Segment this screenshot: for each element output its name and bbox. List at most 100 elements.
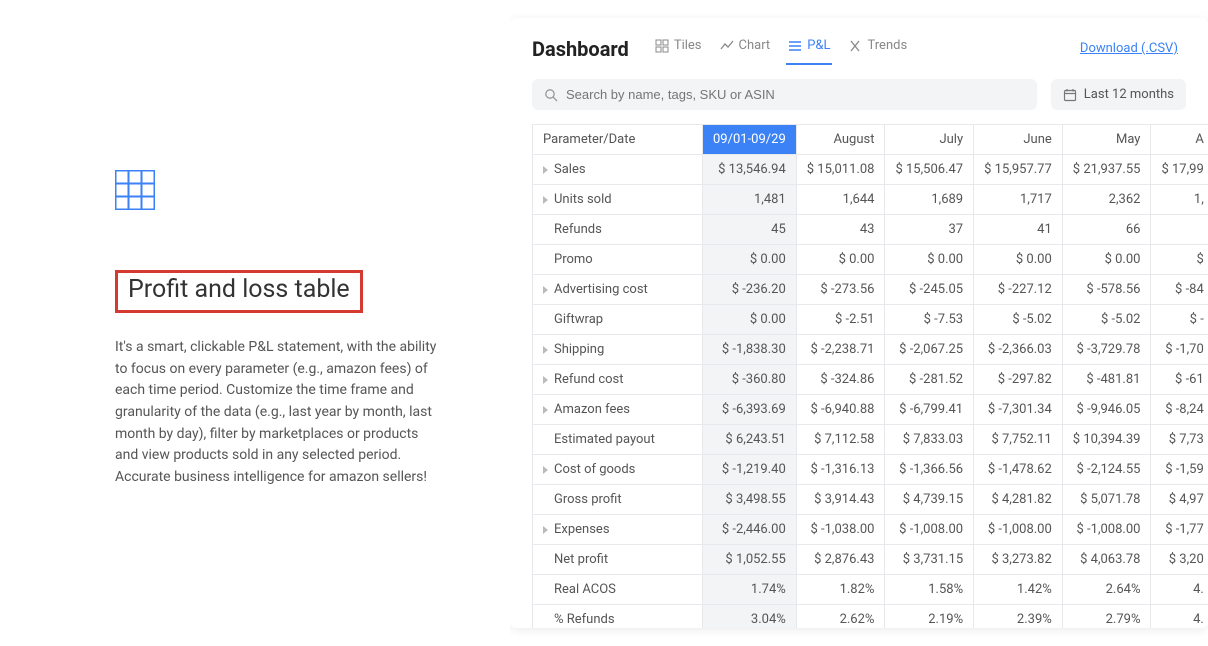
data-cell: $ -61	[1151, 365, 1208, 395]
tab-trends[interactable]: Trends	[846, 32, 909, 65]
col-header[interactable]: June	[974, 125, 1063, 155]
tab-pnl[interactable]: P&L	[786, 32, 832, 65]
expand-caret-icon[interactable]	[543, 346, 548, 354]
row-label-cell: Gross profit	[533, 485, 703, 515]
data-cell: $ -8,24	[1151, 395, 1208, 425]
row-label-cell[interactable]: Units sold	[533, 185, 703, 215]
data-cell: $ 10,394.39	[1062, 425, 1151, 455]
data-cell: $ -2,238.71	[796, 335, 885, 365]
data-cell: $ -1,70	[1151, 335, 1208, 365]
expand-caret-icon[interactable]	[543, 526, 548, 534]
data-cell: 3.04%	[703, 605, 797, 629]
data-cell: $ 15,011.08	[796, 155, 885, 185]
data-cell: 1,	[1151, 185, 1208, 215]
data-cell: $ 4,739.15	[885, 485, 974, 515]
search-input[interactable]	[566, 87, 1025, 102]
row-label-cell[interactable]: Expenses	[533, 515, 703, 545]
data-cell: $ -	[1151, 305, 1208, 335]
tab-pnl-label: P&L	[807, 38, 830, 53]
data-cell: 1.42%	[974, 575, 1063, 605]
col-header[interactable]: 09/01-09/29	[703, 125, 797, 155]
row-label: Gross profit	[554, 492, 622, 507]
data-cell: $ 0.00	[703, 305, 797, 335]
data-cell: $ -481.81	[1062, 365, 1151, 395]
row-label: Shipping	[554, 342, 604, 357]
search-box[interactable]	[532, 79, 1037, 110]
col-header[interactable]: May	[1062, 125, 1151, 155]
row-label-cell[interactable]: Cost of goods	[533, 455, 703, 485]
table-row: Expenses$ -2,446.00$ -1,038.00$ -1,008.0…	[533, 515, 1208, 545]
row-label: Sales	[554, 162, 586, 177]
table-row: Refunds4543374166	[533, 215, 1208, 245]
data-cell: 2,362	[1062, 185, 1151, 215]
row-label: Advertising cost	[554, 282, 648, 297]
data-cell: $	[1151, 245, 1208, 275]
table-row: Cost of goods$ -1,219.40$ -1,316.13$ -1,…	[533, 455, 1208, 485]
data-cell: $ -3,729.78	[1062, 335, 1151, 365]
row-label-cell[interactable]: Advertising cost	[533, 275, 703, 305]
data-cell: $ 5,071.78	[1062, 485, 1151, 515]
data-cell: $ 15,957.77	[974, 155, 1063, 185]
trends-icon	[848, 39, 862, 53]
data-cell: $ 0.00	[885, 245, 974, 275]
period-selector[interactable]: Last 12 months	[1051, 79, 1186, 110]
search-icon	[544, 88, 558, 102]
data-cell: 1.82%	[796, 575, 885, 605]
data-cell: 1,644	[796, 185, 885, 215]
data-cell: $ -5.02	[974, 305, 1063, 335]
data-cell: 2.39%	[974, 605, 1063, 629]
data-cell: $ -2,446.00	[703, 515, 797, 545]
data-cell: 37	[885, 215, 974, 245]
page-description: It's a smart, clickable P&L statement, w…	[115, 337, 445, 489]
row-label-cell: Promo	[533, 245, 703, 275]
expand-caret-icon[interactable]	[543, 286, 548, 294]
data-cell: $ -2,366.03	[974, 335, 1063, 365]
row-label: Net profit	[554, 552, 608, 567]
download-csv-link[interactable]: Download (.CSV)	[1080, 41, 1186, 56]
table-row: Estimated payout$ 6,243.51$ 7,112.58$ 7,…	[533, 425, 1208, 455]
tab-trends-label: Trends	[867, 38, 907, 53]
data-cell: $ 0.00	[974, 245, 1063, 275]
pnl-icon	[788, 39, 802, 53]
row-label: Real ACOS	[554, 582, 616, 597]
row-label-cell[interactable]: Amazon fees	[533, 395, 703, 425]
row-label-cell: Giftwrap	[533, 305, 703, 335]
col-header[interactable]: August	[796, 125, 885, 155]
data-cell: $ -6,940.88	[796, 395, 885, 425]
data-cell: $ 6,243.51	[703, 425, 797, 455]
data-cell: $ -1,008.00	[974, 515, 1063, 545]
tab-tiles[interactable]: Tiles	[653, 32, 704, 65]
row-label: Units sold	[554, 192, 612, 207]
row-label-cell[interactable]: Shipping	[533, 335, 703, 365]
col-header[interactable]: A	[1151, 125, 1208, 155]
expand-caret-icon[interactable]	[543, 406, 548, 414]
col-header-parameter[interactable]: Parameter/Date	[533, 125, 703, 155]
heading-highlight: Profit and loss table	[115, 270, 363, 313]
data-cell: $ 7,833.03	[885, 425, 974, 455]
data-cell: $ -273.56	[796, 275, 885, 305]
table-row: Units sold1,4811,6441,6891,7172,3621,	[533, 185, 1208, 215]
row-label-cell[interactable]: Sales	[533, 155, 703, 185]
data-cell: 1,481	[703, 185, 797, 215]
table-row: Shipping$ -1,838.30$ -2,238.71$ -2,067.2…	[533, 335, 1208, 365]
col-header[interactable]: July	[885, 125, 974, 155]
data-cell: $ -1,838.30	[703, 335, 797, 365]
expand-caret-icon[interactable]	[543, 196, 548, 204]
data-cell: $ -281.52	[885, 365, 974, 395]
expand-caret-icon[interactable]	[543, 376, 548, 384]
expand-caret-icon[interactable]	[543, 466, 548, 474]
data-cell: $ -6,393.69	[703, 395, 797, 425]
row-label: Estimated payout	[554, 432, 655, 447]
data-cell: $ 2,876.43	[796, 545, 885, 575]
row-label: Giftwrap	[554, 312, 603, 327]
expand-caret-icon[interactable]	[543, 166, 548, 174]
data-cell: $ -6,799.41	[885, 395, 974, 425]
data-cell: $ -245.05	[885, 275, 974, 305]
tab-chart[interactable]: Chart	[718, 32, 773, 65]
row-label-cell[interactable]: Refund cost	[533, 365, 703, 395]
data-cell: $ 4,063.78	[1062, 545, 1151, 575]
row-label-cell: Real ACOS	[533, 575, 703, 605]
data-cell: $ 3,20	[1151, 545, 1208, 575]
data-cell: 2.64%	[1062, 575, 1151, 605]
table-row: Sales$ 13,546.94$ 15,011.08$ 15,506.47$ …	[533, 155, 1208, 185]
